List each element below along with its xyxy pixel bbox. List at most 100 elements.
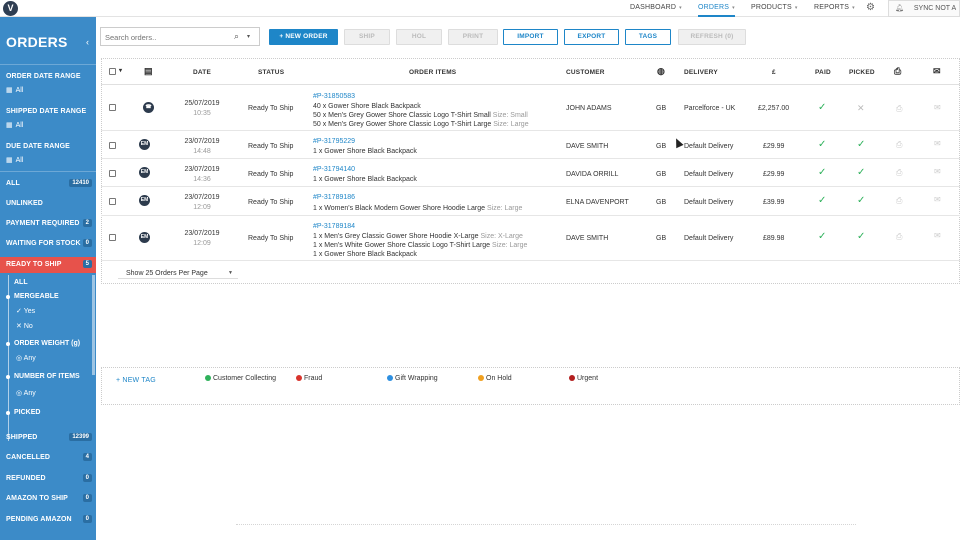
picked-check-icon[interactable]: ✓	[857, 232, 865, 242]
col-picked[interactable]: PICKED	[849, 69, 875, 76]
select-all-checkbox[interactable]	[109, 68, 116, 75]
number-of-items-any[interactable]: ◎ Any	[16, 389, 36, 397]
collapse-sidebar-icon[interactable]: ‹	[86, 37, 89, 47]
mergeable-no[interactable]: ✕ No	[16, 322, 33, 330]
export-button[interactable]: EXPORT	[564, 29, 619, 45]
printer-icon[interactable]: ⎙	[896, 233, 902, 241]
tag-gift-wrapping[interactable]: Gift Wrapping	[387, 375, 438, 382]
nav-reports[interactable]: REPORTS ▾	[814, 0, 855, 17]
table-row[interactable]: EM 23/07/2019 12:09 Ready To Ship #P-317…	[101, 187, 960, 216]
col-date[interactable]: DATE	[193, 69, 211, 76]
chevron-down-icon[interactable]: ▾	[119, 67, 122, 74]
filter-shipped-date-range[interactable]: SHIPPED DATE RANGE	[6, 108, 86, 115]
col-paid[interactable]: PAID	[815, 69, 831, 76]
globe-icon[interactable]: ◍	[657, 66, 665, 77]
new-order-button[interactable]: + NEW ORDER	[269, 29, 338, 45]
status-ready-to-ship[interactable]: READY TO SHIP	[6, 261, 62, 268]
table-row[interactable]: EM 23/07/2019 12:09 Ready To Ship #P-317…	[101, 216, 960, 261]
notes-icon[interactable]: ✉	[934, 232, 941, 240]
customer-name[interactable]: DAVE SMITH	[566, 142, 608, 151]
picked-check-icon[interactable]: ✓	[857, 196, 865, 206]
sidebar-scrollbar[interactable]	[92, 275, 95, 375]
refresh-button[interactable]: REFRESH (0)	[678, 29, 746, 45]
table-row[interactable]: ☎ 25/07/2019 10:35 Ready To Ship #P-3185…	[101, 86, 960, 131]
order-id-link[interactable]: #P-31789186	[313, 193, 355, 202]
hold-button[interactable]: HOL	[396, 29, 442, 45]
customer-name[interactable]: DAVIDA ORRILL	[566, 170, 618, 179]
status-payment-required[interactable]: PAYMENT REQUIRED	[6, 220, 80, 227]
filter-mergeable[interactable]: MERGEABLE	[14, 293, 59, 300]
printer-icon[interactable]: ⎙	[896, 169, 902, 177]
tag-urgent[interactable]: Urgent	[569, 375, 598, 382]
picked-check-icon[interactable]: ✓	[857, 140, 865, 150]
tag-fraud[interactable]: Fraud	[296, 375, 322, 382]
customer-name[interactable]: ELNA DAVENPORT	[566, 198, 629, 207]
order-id-link[interactable]: #P-31850583	[313, 92, 355, 101]
ready-sub-all[interactable]: ALL	[14, 279, 28, 286]
status-all[interactable]: ALL	[6, 180, 20, 187]
status-unlinked[interactable]: UNLINKED	[6, 200, 43, 207]
page-size-select[interactable]: Show 25 Orders Per Page	[126, 270, 208, 277]
chevron-down-icon[interactable]: ▼	[228, 270, 233, 276]
order-id-link[interactable]: #P-31795229	[313, 137, 355, 146]
row-checkbox[interactable]	[109, 104, 116, 111]
printer-icon[interactable]: ⎙	[896, 197, 902, 205]
status-amazon-to-ship[interactable]: AMAZON TO SHIP	[6, 495, 68, 502]
col-delivery[interactable]: DELIVERY	[684, 69, 718, 76]
search-input[interactable]	[105, 31, 225, 43]
col-customer[interactable]: CUSTOMER	[566, 69, 605, 76]
order-weight-any[interactable]: ◎ Any	[16, 354, 36, 362]
nav-products[interactable]: PRODUCTS ▾	[751, 0, 798, 17]
filter-shipped-date-value[interactable]: ▦ All	[6, 121, 23, 129]
print-button[interactable]: PRINT	[448, 29, 498, 45]
import-button[interactable]: IMPORT	[503, 29, 558, 45]
filter-order-weight[interactable]: ORDER WEIGHT (g)	[14, 340, 80, 347]
printer-icon[interactable]: ⎙	[896, 105, 902, 113]
filter-due-date-value[interactable]: ▦ All	[6, 156, 23, 164]
notes-icon[interactable]: ✉	[934, 104, 941, 112]
notes-icon[interactable]: ✉	[934, 168, 941, 176]
gear-icon[interactable]: ⚙	[866, 2, 875, 13]
filter-picked[interactable]: PICKED	[14, 409, 40, 416]
chevron-down-icon[interactable]: ▾	[247, 33, 250, 40]
ship-button[interactable]: SHIP	[344, 29, 390, 45]
row-checkbox[interactable]	[109, 234, 116, 241]
status-shipped[interactable]: SHIPPED	[6, 434, 37, 441]
status-cancelled[interactable]: CANCELLED	[6, 454, 50, 461]
filter-number-of-items[interactable]: NUMBER OF ITEMS	[14, 373, 80, 380]
filter-order-date-value[interactable]: ▦ All	[6, 86, 23, 94]
app-logo[interactable]: V	[3, 1, 18, 16]
table-row[interactable]: EM 23/07/2019 14:36 Ready To Ship #P-317…	[101, 159, 960, 187]
tags-button[interactable]: TAGS	[625, 29, 671, 45]
nav-orders[interactable]: ORDERS ▾	[698, 0, 735, 17]
col-order-items[interactable]: ORDER ITEMS	[409, 69, 456, 76]
status-refunded[interactable]: REFUNDED	[6, 475, 46, 482]
tag-on-hold[interactable]: On Hold	[478, 375, 512, 382]
order-id-link[interactable]: #P-31794140	[313, 165, 355, 174]
notes-icon[interactable]: ✉	[934, 196, 941, 204]
row-checkbox[interactable]	[109, 198, 116, 205]
sync-status[interactable]: 🔔︎ SYNC NOT A	[888, 0, 960, 17]
search-icon[interactable]: ⌕	[234, 31, 239, 42]
table-row[interactable]: EM 23/07/2019 14:48 Ready To Ship #P-317…	[101, 131, 960, 159]
col-status[interactable]: STATUS	[258, 69, 284, 76]
printer-icon[interactable]: ⎙	[896, 141, 902, 149]
picked-check-icon[interactable]: ✓	[857, 168, 865, 178]
notes-icon[interactable]: ✉	[933, 66, 941, 77]
notes-icon[interactable]: ✉	[934, 140, 941, 148]
col-total[interactable]: £	[772, 69, 776, 76]
filter-order-date-range[interactable]: ORDER DATE RANGE	[6, 73, 81, 80]
new-tag-button[interactable]: + NEW TAG	[116, 377, 156, 384]
status-pending-amazon[interactable]: PENDING AMAZON	[6, 516, 72, 523]
filter-due-date-range[interactable]: DUE DATE RANGE	[6, 143, 70, 150]
mergeable-yes[interactable]: ✓ Yes	[16, 307, 35, 315]
row-checkbox[interactable]	[109, 142, 116, 149]
customer-name[interactable]: DAVE SMITH	[566, 234, 608, 243]
tag-customer-collecting[interactable]: Customer Collecting	[205, 375, 276, 382]
customer-name[interactable]: JOHN ADAMS	[566, 104, 612, 113]
nav-dashboard[interactable]: DASHBOARD ▾	[630, 0, 682, 17]
order-id-link[interactable]: #P-31789184	[313, 222, 355, 231]
not-picked-icon[interactable]: ✕	[857, 104, 865, 113]
status-waiting-for-stock[interactable]: WAITING FOR STOCK	[6, 240, 81, 247]
printer-icon[interactable]: ⎙	[894, 66, 901, 77]
